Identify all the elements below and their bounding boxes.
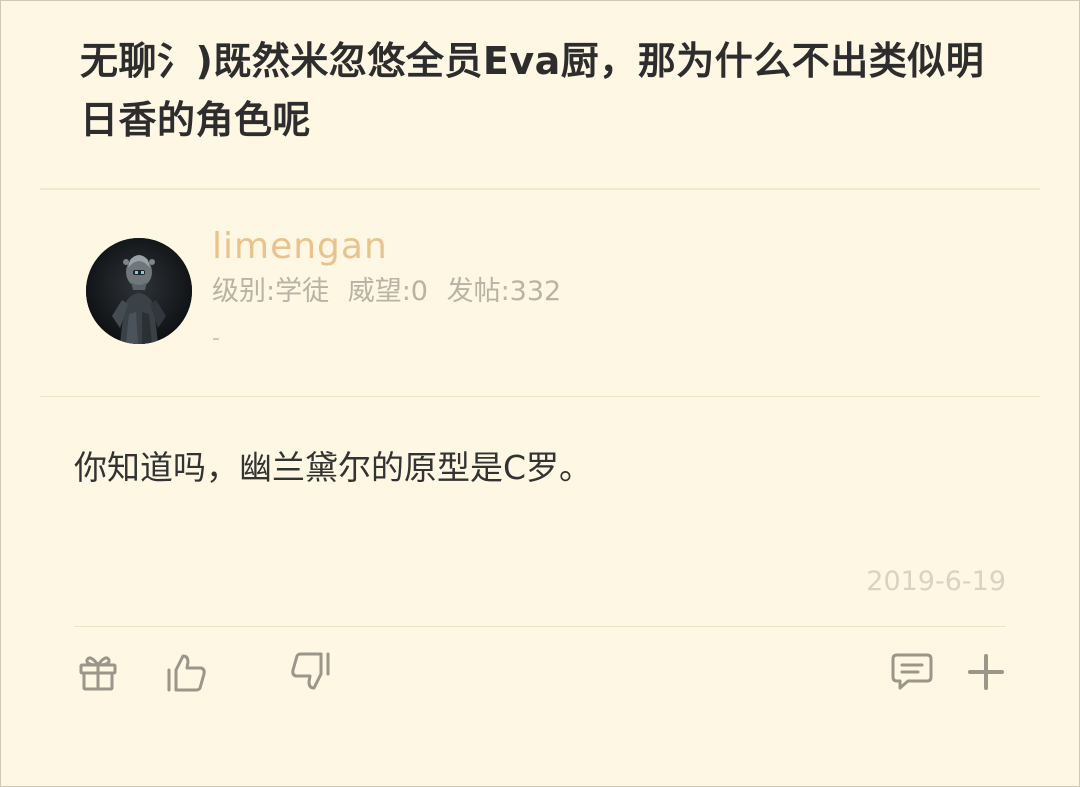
avatar[interactable] (86, 238, 192, 344)
content-divider (74, 626, 1006, 627)
post-title: 无聊氵)既然米忽悠全员Eva厨，那为什么不出类似明日香的角色呢 (80, 39, 985, 142)
author-signature: - (212, 326, 220, 351)
title-divider (40, 188, 1040, 190)
author-divider (40, 396, 1040, 397)
thumbs-down-icon[interactable] (286, 648, 334, 696)
comment-icon[interactable] (888, 648, 936, 696)
author-post-count: 发帖:332 (446, 276, 562, 307)
post-content: 你知道吗，幽兰黛尔的原型是C罗。 (74, 448, 593, 487)
post-date: 2019-6-19 (866, 566, 1006, 597)
author-name[interactable]: limengan (212, 222, 388, 272)
author-prestige: 威望:0 (347, 276, 428, 307)
author-level: 级别:学徒 (212, 276, 330, 307)
plus-icon[interactable] (962, 648, 1010, 696)
author-stats: 级别:学徒 威望:0 发帖:332 (212, 272, 571, 312)
gift-icon[interactable] (74, 648, 122, 696)
thumbs-up-icon[interactable] (163, 648, 211, 696)
